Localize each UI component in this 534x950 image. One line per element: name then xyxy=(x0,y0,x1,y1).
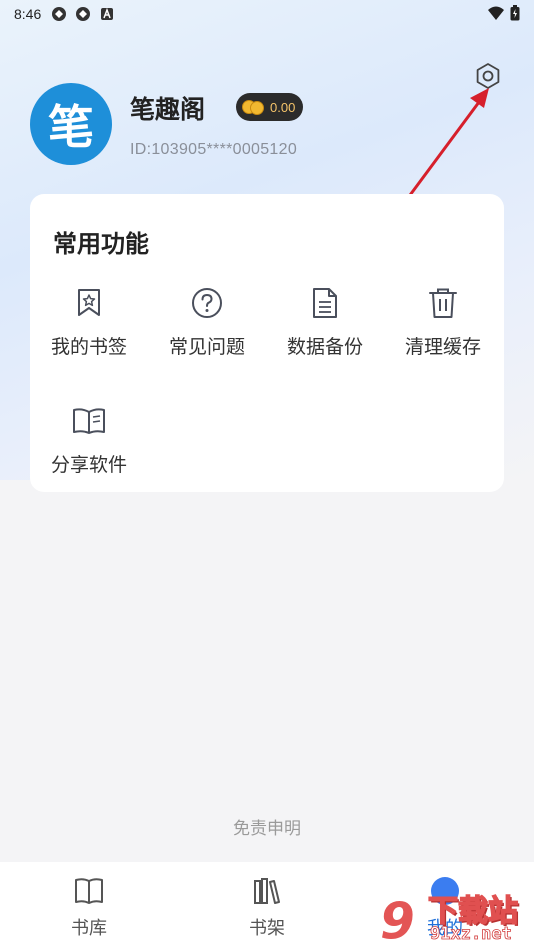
function-label: 常见问题 xyxy=(168,336,245,358)
nav-label: 书库 xyxy=(71,918,107,939)
coin-balance: 0.00 xyxy=(270,99,296,115)
text-notification-icon xyxy=(99,6,115,22)
card-title: 常用功能 xyxy=(53,230,149,258)
function-label: 分享软件 xyxy=(50,454,127,476)
bookmarks-button[interactable]: 我的书签 xyxy=(30,286,148,366)
data-backup-button[interactable]: 数据备份 xyxy=(266,286,384,366)
status-bar: 8:46 xyxy=(0,0,534,28)
document-icon xyxy=(313,288,337,318)
question-icon xyxy=(192,288,222,318)
settings-hexagon-icon xyxy=(476,63,500,89)
trash-icon xyxy=(429,288,457,318)
clear-cache-button[interactable]: 清理缓存 xyxy=(384,286,502,366)
watermark-logo: 9 xyxy=(380,892,415,950)
coin-icon xyxy=(242,98,266,116)
settings-button[interactable] xyxy=(472,60,504,92)
coin-badge[interactable]: 0.00 xyxy=(236,93,303,121)
function-label: 清理缓存 xyxy=(404,336,481,358)
app-notification-icon xyxy=(75,6,91,22)
bookshelf-icon xyxy=(254,878,280,904)
book-icon xyxy=(75,878,103,904)
open-book-icon xyxy=(73,408,105,434)
common-functions-card: 常用功能 我的书签 常见问题 数据备份 清理缓存 分享软件 xyxy=(30,194,504,492)
nav-item-library[interactable]: 书库 xyxy=(0,862,178,950)
nav-item-bookshelf[interactable]: 书架 xyxy=(178,862,356,950)
status-time: 8:46 xyxy=(14,6,42,22)
function-label: 我的书签 xyxy=(50,336,127,358)
faq-button[interactable]: 常见问题 xyxy=(148,286,266,366)
avatar[interactable]: 笔 xyxy=(30,83,112,165)
share-app-button[interactable]: 分享软件 xyxy=(30,404,148,484)
user-id: ID:103905****0005120 xyxy=(130,141,298,158)
app-notification-icon xyxy=(51,6,67,22)
bookmark-icon xyxy=(78,289,100,316)
avatar-char: 笔 xyxy=(48,100,94,154)
wifi-icon xyxy=(488,6,504,24)
nav-label: 书架 xyxy=(249,918,285,939)
site-watermark: 9 下载站 91xz.net xyxy=(380,880,534,950)
watermark-url: 91xz.net xyxy=(430,924,513,945)
battery-icon xyxy=(510,5,520,25)
username: 笔趣阁 xyxy=(130,95,206,124)
function-label: 数据备份 xyxy=(286,336,363,358)
disclaimer-link[interactable]: 免责申明 xyxy=(0,814,534,839)
